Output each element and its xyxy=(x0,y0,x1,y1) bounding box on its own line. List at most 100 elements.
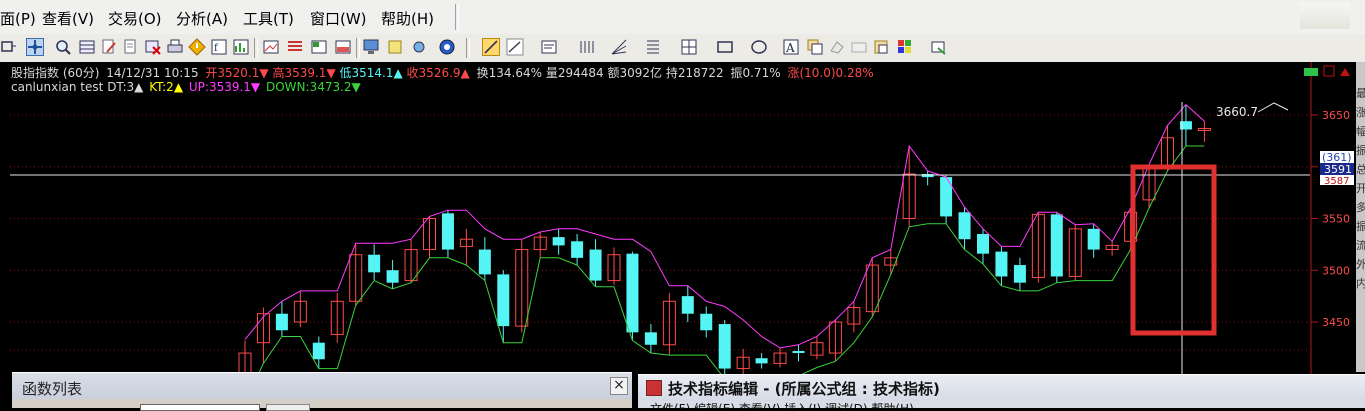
menu-bar: 面(P) 查看(V) 交易(O) 分析(A) 工具(T) 窗口(W) 帮助(H) xyxy=(0,0,1365,35)
paste-icon[interactable] xyxy=(872,38,890,56)
price-tick-label: 3550 xyxy=(1322,213,1350,226)
vertical-lines-icon[interactable] xyxy=(578,38,596,56)
svg-text:A: A xyxy=(785,41,795,55)
layer-icon[interactable] xyxy=(930,38,948,56)
chart-background xyxy=(0,62,1356,408)
indicator-editor-window: 技术指标编辑 - (所属公式组 : 技术指标) 文件(F) 编辑(E) 查看(V… xyxy=(638,374,1365,409)
side-panel-char: 外 xyxy=(1356,258,1365,271)
eraser-icon[interactable] xyxy=(828,38,846,56)
side-panel-char: 多 xyxy=(1356,201,1365,214)
window-layout-icon[interactable] xyxy=(310,38,328,56)
help-circle-icon[interactable] xyxy=(438,38,456,56)
candle-body-down xyxy=(1050,214,1063,277)
layout-icon[interactable] xyxy=(0,38,18,56)
price-tick-label: 3650 xyxy=(1322,109,1350,122)
function-list-panel: 函数列表 × xyxy=(12,372,632,411)
price-tick-label: 3450 xyxy=(1322,316,1350,329)
table-icon[interactable] xyxy=(78,38,96,56)
candle-body-down xyxy=(589,249,602,281)
candle-body-down xyxy=(977,234,989,254)
cut-icon[interactable] xyxy=(122,38,140,56)
rectangle-icon[interactable] xyxy=(716,38,734,56)
text-box-icon[interactable] xyxy=(540,38,558,56)
ellipse-icon[interactable] xyxy=(750,38,768,56)
candle-body-down xyxy=(626,253,639,333)
side-panel-char: 振 xyxy=(1356,220,1365,233)
copy-icon[interactable] xyxy=(806,38,824,56)
side-panel-char: 开 xyxy=(1356,182,1365,195)
trend-line-icon[interactable] xyxy=(506,38,524,56)
indicator-name: canlunxian test xyxy=(11,80,104,94)
draw-line-icon[interactable] xyxy=(482,38,500,56)
zoom-icon[interactable] xyxy=(54,38,72,56)
price-tick-label: 3500 xyxy=(1322,264,1350,277)
window-controls xyxy=(1300,3,1350,29)
high-price: 高3539.1▼ xyxy=(272,66,336,80)
right-panel-strip: 最涨幅振总开多振流外内 xyxy=(1356,62,1365,372)
menu-page[interactable]: 面(P) xyxy=(0,8,36,29)
indicator-down: DOWN:3473.2▼ xyxy=(265,80,361,94)
candle-body-down xyxy=(386,270,399,283)
editor-titlebar: 技术指标编辑 - (所属公式组 : 技术指标) xyxy=(638,375,1365,401)
candle-body-down xyxy=(755,358,768,364)
grid-pattern-icon[interactable] xyxy=(680,38,698,56)
side-panel-char: 总 xyxy=(1356,163,1365,176)
fan-lines-icon[interactable] xyxy=(610,38,628,56)
indicator-info-line: canlunxian test DT:3▲ KT:2▲ UP:3539.1▼ D… xyxy=(11,80,361,94)
menu-trade[interactable]: 交易(O) xyxy=(108,8,162,29)
close-icon[interactable]: × xyxy=(610,377,628,395)
candle-body-down xyxy=(441,213,454,250)
candle-body-down xyxy=(681,296,694,314)
candle-body-down xyxy=(921,173,934,178)
edit-icon[interactable] xyxy=(100,38,118,56)
monitor-icon[interactable] xyxy=(362,38,380,56)
amount: 额3092亿 xyxy=(607,66,663,80)
menu-view[interactable]: 查看(V) xyxy=(42,8,94,29)
indicator-kt: KT:2▲ xyxy=(149,80,184,94)
candle-body-down xyxy=(644,332,657,345)
editor-title: 技术指标编辑 - (所属公式组 : 技术指标) xyxy=(668,380,940,398)
print-icon[interactable] xyxy=(166,38,184,56)
toolbar-separator xyxy=(356,38,360,58)
current-price-label: 3587 xyxy=(1324,176,1349,187)
menu-analysis[interactable]: 分析(A) xyxy=(176,8,228,29)
candlestick-chart[interactable]: 3660.736503600355035003450(361)35913587 xyxy=(0,62,1356,408)
candle-body-down xyxy=(700,313,713,331)
settings-icon[interactable] xyxy=(410,38,428,56)
candle-body-down xyxy=(571,241,584,258)
toolbar-separator xyxy=(254,38,258,58)
delete-icon[interactable] xyxy=(144,38,162,56)
fibonacci-icon[interactable] xyxy=(644,38,662,56)
quote-date: 14/12/31 10:15 xyxy=(106,66,199,80)
menu-window[interactable]: 窗口(W) xyxy=(310,8,367,29)
side-panel-char: 内 xyxy=(1356,277,1365,290)
text-tool-icon[interactable]: A xyxy=(782,38,800,56)
menu-help[interactable]: 帮助(H) xyxy=(381,8,434,29)
function-icon[interactable]: f xyxy=(210,38,228,56)
list-icon[interactable] xyxy=(286,38,304,56)
clear-icon[interactable] xyxy=(850,38,868,56)
editor-app-icon xyxy=(646,380,662,396)
peak-price-label: 3660.7 xyxy=(1216,105,1258,119)
crosshair-price-label: 3591 xyxy=(1324,163,1352,176)
indicator-dt: DT:3▲ xyxy=(107,80,144,94)
candle-body-down xyxy=(958,212,971,240)
candle-body-down xyxy=(995,251,1008,277)
indicator-chart-icon[interactable] xyxy=(232,38,250,56)
indicator-up: UP:3539.1▼ xyxy=(188,80,261,94)
note-icon[interactable] xyxy=(386,38,404,56)
close-price: 收3526.9▲ xyxy=(406,66,470,80)
side-panel-char: 幅 xyxy=(1356,125,1365,138)
layout2-icon[interactable] xyxy=(334,38,352,56)
warning-icon[interactable] xyxy=(188,38,206,56)
candle-body-down xyxy=(552,237,565,246)
menu-separator xyxy=(455,4,459,30)
volume: 量294484 xyxy=(545,66,604,80)
open-price: 开3520.1▼ xyxy=(205,66,269,80)
move-cross-icon[interactable] xyxy=(26,38,44,56)
menu-tools[interactable]: 工具(T) xyxy=(243,8,294,29)
candle-body-down xyxy=(1087,228,1100,250)
picture-icon[interactable] xyxy=(262,38,280,56)
candle-body-down xyxy=(368,254,381,273)
color-palette-icon[interactable] xyxy=(896,38,914,56)
